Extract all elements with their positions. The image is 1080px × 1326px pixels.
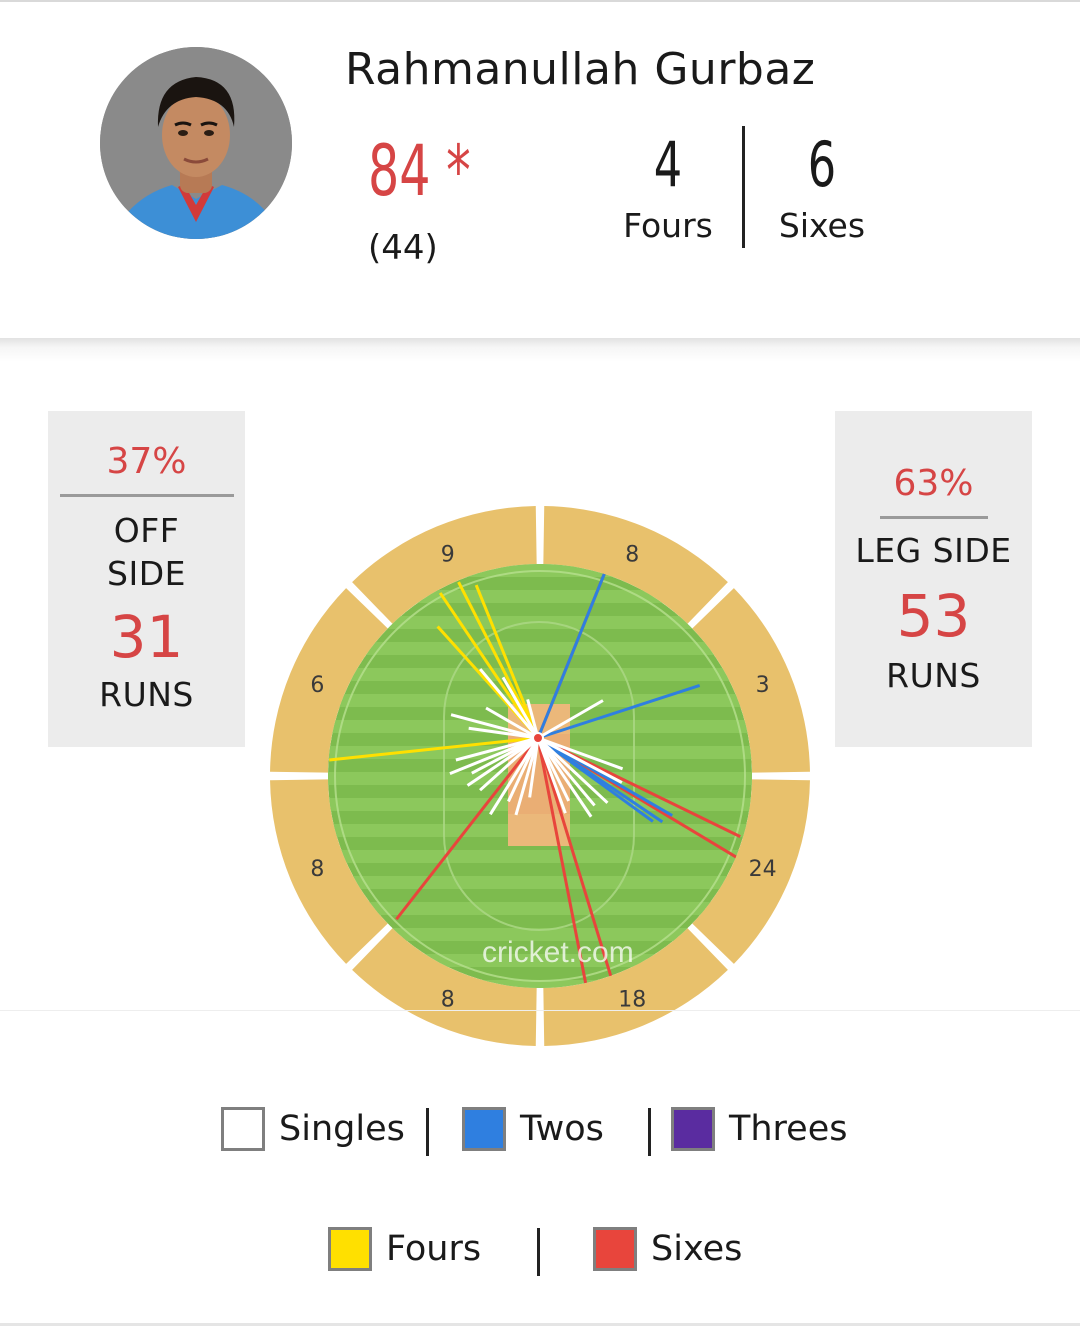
leg-side-percent: 63% <box>893 463 974 504</box>
off-side-runs: 31 <box>109 603 184 671</box>
legend-divider <box>537 1228 540 1276</box>
sixes-label: Sixes <box>778 206 866 245</box>
grass-stripe <box>328 668 752 681</box>
zone-runs-label: 6 <box>310 673 324 698</box>
legend-threes-label: Threes <box>729 1109 848 1149</box>
threes-swatch <box>671 1107 715 1151</box>
batsman-origin <box>532 732 544 744</box>
zone-runs-label: 18 <box>618 988 646 1013</box>
player-header: Rahmanullah Gurbaz 84 * (44) 4 Fours 6 S… <box>0 2 1080 338</box>
player-name: Rahmanullah Gurbaz <box>345 44 816 95</box>
legend-twos-label: Twos <box>520 1109 604 1149</box>
player-score: 84 * <box>368 130 471 212</box>
sixes-count: 6 <box>807 128 837 201</box>
legend-threes: Threes <box>671 1107 847 1151</box>
off-side-runs-label: RUNS <box>99 675 194 714</box>
zone-runs-label: 9 <box>441 542 455 567</box>
twos-swatch <box>462 1107 506 1151</box>
legend-fours: Fours <box>328 1227 481 1271</box>
legend-singles: Singles <box>221 1107 405 1151</box>
header-shadow <box>0 338 1080 362</box>
zone-runs-label: 8 <box>310 857 324 882</box>
off-side-rule <box>59 494 234 497</box>
grass-stripe <box>328 642 752 655</box>
legend-fours-label: Fours <box>386 1229 482 1269</box>
grass-stripe <box>328 902 752 915</box>
grass-stripe <box>328 850 752 863</box>
leg-side-label: LEG SIDE <box>855 531 1012 570</box>
legend-sixes-label: Sixes <box>651 1229 743 1269</box>
legend-divider <box>648 1108 651 1156</box>
section-divider <box>0 1010 1080 1011</box>
player-avatar <box>100 47 292 239</box>
zone-runs-label: 8 <box>625 542 639 567</box>
wagon-wheel: cricket.com 9 8 3 24 18 8 8 6 <box>268 504 812 1048</box>
stat-divider <box>742 126 745 248</box>
off-side-percent: 37% <box>106 441 187 482</box>
legend-divider <box>426 1108 429 1156</box>
zone-runs-label: 8 <box>441 988 455 1013</box>
leg-side-runs-label: RUNS <box>886 656 981 695</box>
legend-twos: Twos <box>462 1107 604 1151</box>
off-side-label-1: OFF <box>113 511 180 550</box>
grass-stripe <box>328 876 752 889</box>
leg-side-rule <box>879 516 988 519</box>
fours-label: Fours <box>623 206 713 245</box>
off-side-box: 37% OFF SIDE 31 RUNS <box>48 411 245 747</box>
leg-side-runs: 53 <box>896 582 971 650</box>
zone-runs-label: 24 <box>749 857 777 882</box>
legend-sixes: Sixes <box>593 1227 742 1271</box>
leg-side-box: 63% LEG SIDE 53 RUNS <box>835 411 1032 747</box>
fours-swatch <box>328 1227 372 1271</box>
singles-swatch <box>221 1107 265 1151</box>
balls-faced: (44) <box>368 228 438 268</box>
fours-count: 4 <box>653 128 683 201</box>
cricket-watermark: cricket.com <box>482 936 634 969</box>
zone-runs-label: 3 <box>756 673 770 698</box>
sixes-swatch <box>593 1227 637 1271</box>
off-side-label-2: SIDE <box>107 554 186 593</box>
legend-singles-label: Singles <box>279 1109 405 1149</box>
